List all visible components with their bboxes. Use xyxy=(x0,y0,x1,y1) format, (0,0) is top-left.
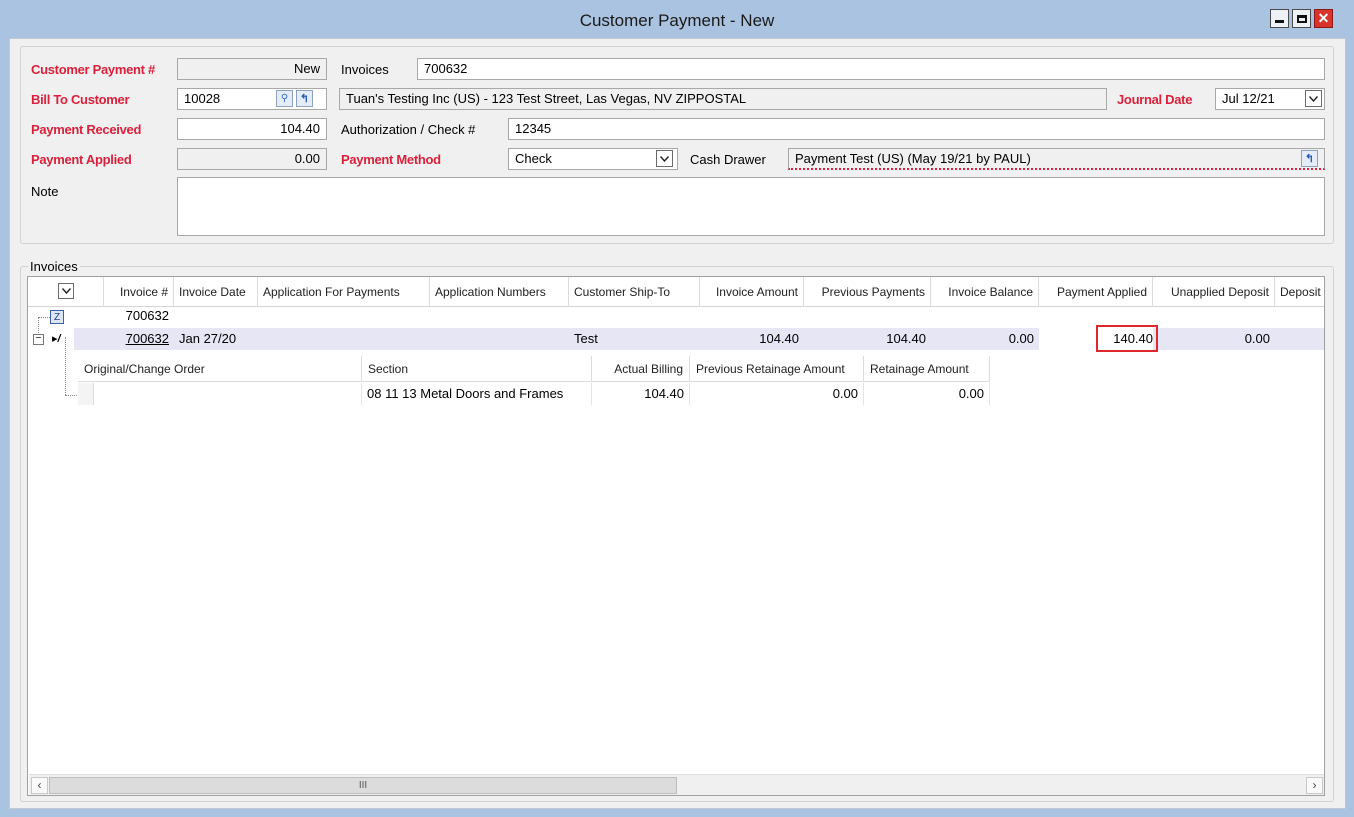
minimize-button[interactable] xyxy=(1270,9,1289,28)
maximize-icon xyxy=(1296,14,1307,23)
chevron-down-icon xyxy=(61,288,71,294)
row-invoice-number[interactable]: 700632 xyxy=(104,328,174,350)
col-customer-ship-to[interactable]: Customer Ship-To xyxy=(569,277,700,307)
filter-icon: Z xyxy=(53,311,61,323)
sub-row-actual-billing: 104.40 xyxy=(592,383,690,405)
journal-date-label: Journal Date xyxy=(1117,92,1193,107)
chevron-left-icon: ‹ xyxy=(37,778,42,792)
chevron-down-icon xyxy=(1309,95,1318,102)
row-payment-applied-input[interactable]: 140.40 xyxy=(1096,325,1158,352)
col-deposit[interactable]: Deposit xyxy=(1275,277,1324,307)
row-unapplied-deposit: 0.00 xyxy=(1244,331,1270,346)
col-invoice-amount[interactable]: Invoice Amount xyxy=(700,277,804,307)
tree-line xyxy=(65,395,79,396)
scroll-right-button[interactable]: › xyxy=(1306,777,1323,794)
filter-row-icon[interactable]: Z xyxy=(50,310,64,324)
sub-row-order xyxy=(94,383,362,405)
subcol-original-change-order[interactable]: Original/Change Order xyxy=(78,356,362,382)
row-deposit xyxy=(1275,328,1324,350)
sub-row-selector[interactable] xyxy=(78,383,94,405)
invoices-grid: Invoice # Invoice Date Application For P… xyxy=(27,276,1325,796)
journal-date-dropdown[interactable] xyxy=(1305,90,1322,107)
subcol-actual-billing[interactable]: Actual Billing xyxy=(592,356,690,382)
row-invoice-balance: 0.00 xyxy=(1008,331,1034,346)
row-application-numbers xyxy=(430,328,569,350)
bill-to-customer-label: Bill To Customer xyxy=(31,92,130,107)
cash-drawer-label: Cash Drawer xyxy=(690,152,766,167)
note-textarea[interactable] xyxy=(177,177,1325,236)
customer-payment-label: Customer Payment # xyxy=(31,62,155,77)
row-invoice-date: Jan 27/20 xyxy=(179,331,237,346)
lookup-arrow-icon: ↰ xyxy=(299,93,310,105)
payment-method-label: Payment Method xyxy=(341,152,441,167)
tree-line xyxy=(65,337,66,395)
payment-received-label: Payment Received xyxy=(31,122,142,137)
customer-payment-number: New xyxy=(177,58,327,80)
collapse-row-button[interactable]: − xyxy=(33,334,44,345)
row-invoice-amount: 104.40 xyxy=(759,331,799,346)
payment-applied-label: Payment Applied xyxy=(31,152,132,167)
col-unapplied-deposit[interactable]: Unapplied Deposit xyxy=(1153,277,1275,307)
sub-row-section: 08 11 13 Metal Doors and Frames xyxy=(362,383,592,405)
payment-method-select[interactable]: Check xyxy=(508,148,678,170)
row-ship-to: Test xyxy=(574,331,598,346)
magnifier-icon: ⚲ xyxy=(280,93,289,104)
col-invoice-balance[interactable]: Invoice Balance xyxy=(931,277,1039,307)
window-title: Customer Payment - New xyxy=(579,11,775,30)
horizontal-scrollbar[interactable]: ‹ III › xyxy=(29,774,1324,795)
invoices-label: Invoices xyxy=(341,62,389,77)
row-editing-indicator: ▸/ xyxy=(52,332,61,345)
chevron-right-icon: › xyxy=(1312,778,1317,792)
payment-applied-field: 0.00 xyxy=(177,148,327,170)
subcol-section[interactable]: Section xyxy=(362,356,592,382)
close-button[interactable]: ✕ xyxy=(1314,9,1333,28)
col-payment-applied[interactable]: Payment Applied xyxy=(1039,277,1153,307)
scroll-left-button[interactable]: ‹ xyxy=(31,777,48,794)
authorization-check-label: Authorization / Check # xyxy=(341,122,476,137)
authorization-check-field[interactable]: 12345 xyxy=(508,118,1325,140)
col-application-numbers[interactable]: Application Numbers xyxy=(430,277,569,307)
col-invoice-date[interactable]: Invoice Date xyxy=(174,277,258,307)
close-icon: ✕ xyxy=(1317,10,1330,26)
subcol-retainage-amount[interactable]: Retainage Amount xyxy=(864,356,990,382)
column-chooser-button[interactable] xyxy=(58,283,74,299)
tree-line xyxy=(38,317,50,318)
pencil-icon: / xyxy=(57,333,61,345)
scroll-thumb[interactable]: III xyxy=(49,777,677,794)
col-application-for-payments[interactable]: Application For Payments xyxy=(258,277,430,307)
row-previous-payments: 104.40 xyxy=(886,331,926,346)
row-application-for-payments xyxy=(258,328,430,350)
chevron-down-icon xyxy=(660,155,669,162)
sub-row-retainage-amount: 0.00 xyxy=(864,383,990,405)
minimize-icon xyxy=(1275,20,1284,23)
invoices-field[interactable]: 700632 xyxy=(417,58,1325,80)
lookup-arrow-icon: ↰ xyxy=(1304,153,1315,165)
sub-row-previous-retainage: 0.00 xyxy=(690,383,864,405)
filter-invoice-number[interactable]: 700632 xyxy=(104,305,174,327)
customer-description: Tuan's Testing Inc (US) - 123 Test Stree… xyxy=(339,88,1107,110)
subcol-previous-retainage[interactable]: Previous Retainage Amount xyxy=(690,356,864,382)
customer-search-button[interactable]: ⚲ xyxy=(276,90,293,107)
maximize-button[interactable] xyxy=(1292,9,1311,28)
cash-drawer-field[interactable]: Payment Test (US) (May 19/21 by PAUL) xyxy=(788,148,1325,170)
minus-icon: − xyxy=(35,333,42,344)
invoices-section-label: Invoices xyxy=(28,259,80,274)
payment-method-dropdown[interactable] xyxy=(656,150,673,167)
col-previous-payments[interactable]: Previous Payments xyxy=(804,277,931,307)
customer-lookup-button[interactable]: ↰ xyxy=(296,90,313,107)
col-invoice-number[interactable]: Invoice # xyxy=(104,277,174,307)
note-label: Note xyxy=(31,184,59,199)
payment-received-field[interactable]: 104.40 xyxy=(177,118,327,140)
cash-drawer-lookup-button[interactable]: ↰ xyxy=(1301,150,1318,167)
